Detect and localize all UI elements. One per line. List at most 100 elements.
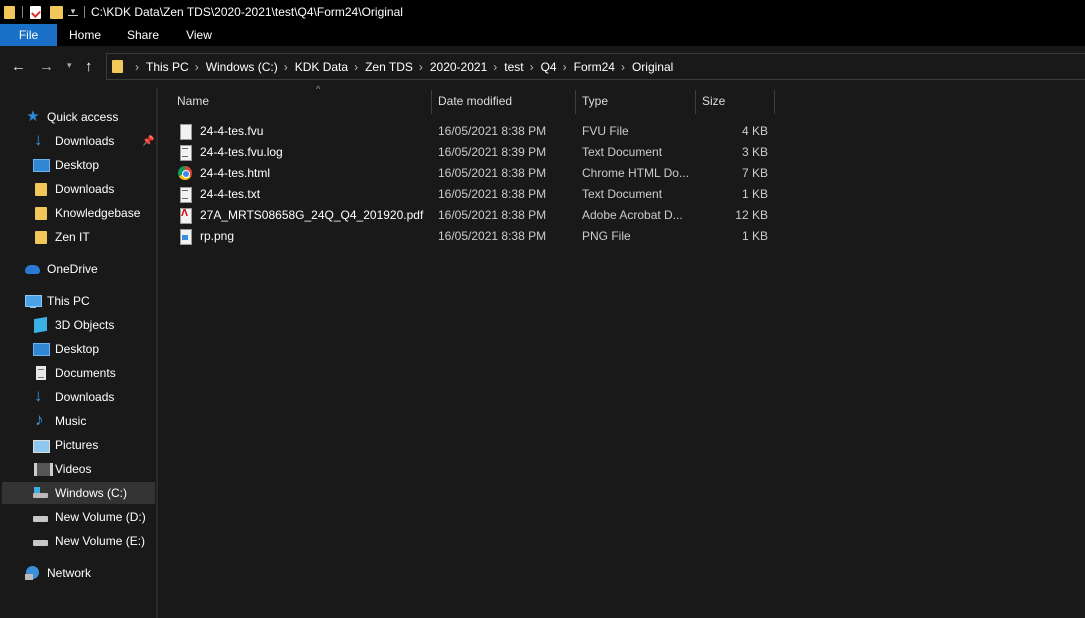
up-arrow-icon[interactable]: ↑ <box>85 58 93 75</box>
tab-view[interactable]: View <box>173 24 225 46</box>
file-name-cell: 24-4-tes.fvu <box>178 120 263 141</box>
ribbon-tabs: File Home Share View <box>0 24 1085 46</box>
breadcrumb-form24[interactable]: Form24 <box>574 60 615 74</box>
sidebar-item-downloads[interactable]: Downloads <box>33 386 114 408</box>
file-row[interactable]: 24-4-tes.fvu 16/05/2021 8:38 PM FVU File… <box>176 120 776 141</box>
recent-locations-chevron-icon[interactable]: ▾ <box>67 60 72 71</box>
file-name-cell: 27A_MRTS08658G_24Q_Q4_201920.pdf <box>178 204 423 225</box>
file-row[interactable]: 24-4-tes.txt 16/05/2021 8:38 PM Text Doc… <box>176 183 776 204</box>
customize-toolbar-icon[interactable]: ▾ <box>68 7 78 16</box>
breadcrumb-original[interactable]: Original <box>632 60 673 74</box>
picture-icon <box>33 437 50 453</box>
forward-arrow-icon[interactable]: → <box>39 58 54 75</box>
file-size: 12 KB <box>735 207 768 222</box>
drive-icon <box>33 533 49 549</box>
sidebar-item-desktop-quick[interactable]: Desktop <box>33 154 99 176</box>
breadcrumb-kdk-data[interactable]: KDK Data <box>295 60 348 74</box>
column-header-date[interactable]: Date modified <box>438 88 575 114</box>
sidebar-item-label: New Volume (D:) <box>55 510 146 524</box>
tab-home[interactable]: Home <box>57 24 113 46</box>
file-name: 27A_MRTS08658G_24Q_Q4_201920.pdf <box>200 207 424 222</box>
sidebar-item-knowledgebase[interactable]: Knowledgebase <box>33 202 140 224</box>
download-icon <box>33 130 49 150</box>
breadcrumb-separator-icon[interactable]: › <box>354 60 358 74</box>
sidebar-item-3d-objects[interactable]: 3D Objects <box>33 314 114 336</box>
sidebar-item-videos[interactable]: Videos <box>33 458 91 480</box>
sidebar-item-network[interactable]: Network <box>25 562 91 584</box>
breadcrumb-separator-icon[interactable]: › <box>284 60 288 74</box>
pin-icon: 📌 <box>142 135 155 147</box>
breadcrumb-q4[interactable]: Q4 <box>541 60 557 74</box>
breadcrumb-separator-icon[interactable]: › <box>493 60 497 74</box>
file-name: 24-4-tes.txt <box>200 186 261 201</box>
column-header-label: Size <box>702 94 726 108</box>
folder-icon <box>112 60 123 73</box>
divider <box>84 6 85 18</box>
sidebar-item-music[interactable]: Music <box>33 410 86 432</box>
sidebar-item-downloads-folder[interactable]: Downloads <box>33 178 114 200</box>
file-type: Text Document <box>582 186 663 201</box>
column-header-name[interactable]: Name ^ <box>177 84 431 114</box>
window-title: C:\KDK Data\Zen TDS\2020-2021\test\Q4\Fo… <box>91 5 403 19</box>
new-folder-icon[interactable] <box>50 5 63 19</box>
column-header-type[interactable]: Type <box>582 88 695 114</box>
desktop-icon <box>33 341 50 357</box>
sidebar-item-this-pc[interactable]: This PC <box>25 290 90 312</box>
sidebar-item-zen-it[interactable]: Zen IT <box>33 226 90 248</box>
file-date: 16/05/2021 8:38 PM <box>438 207 547 222</box>
sidebar-item-label: Zen IT <box>55 230 90 244</box>
divider <box>22 6 23 18</box>
sidebar-item-windows-c[interactable]: Windows (C:) <box>2 482 155 504</box>
network-icon <box>25 565 41 581</box>
file-name-cell: 24-4-tes.fvu.log <box>178 141 283 162</box>
breadcrumb-separator-icon[interactable]: › <box>530 60 534 74</box>
file-size: 3 KB <box>741 144 768 159</box>
sidebar-item-label: Downloads <box>55 182 115 196</box>
column-divider[interactable] <box>575 90 576 114</box>
text-file-icon <box>178 144 192 161</box>
sidebar-item-quick-access[interactable]: ★ Quick access <box>25 106 118 128</box>
sidebar-item-label: Windows (C:) <box>55 486 128 500</box>
column-divider[interactable] <box>431 90 432 114</box>
file-row[interactable]: rp.png 16/05/2021 8:38 PM PNG File 1 KB <box>176 225 776 246</box>
sidebar-item-documents[interactable]: Documents <box>33 362 116 384</box>
properties-icon[interactable] <box>30 5 41 19</box>
column-header-size[interactable]: Size <box>702 88 774 114</box>
file-size: 1 KB <box>741 228 768 243</box>
cube-icon <box>33 317 49 333</box>
breadcrumb-this-pc[interactable]: This PC <box>146 60 189 74</box>
sidebar-item-downloads-pinned[interactable]: Downloads 📌 <box>33 130 157 152</box>
sidebar-item-onedrive[interactable]: OneDrive <box>25 258 98 280</box>
breadcrumb-separator-icon[interactable]: › <box>563 60 567 74</box>
breadcrumb-2020-2021[interactable]: 2020-2021 <box>430 60 487 74</box>
tab-share[interactable]: Share <box>113 24 173 46</box>
breadcrumb-separator-icon[interactable]: › <box>419 60 423 74</box>
breadcrumb-separator-icon[interactable]: › <box>621 60 625 74</box>
sidebar-item-desktop[interactable]: Desktop <box>33 338 99 360</box>
sidebar-item-new-volume-d[interactable]: New Volume (D:) <box>33 506 146 528</box>
column-divider[interactable] <box>695 90 696 114</box>
file-name: rp.png <box>200 228 235 243</box>
breadcrumb-separator-icon[interactable]: › <box>135 60 139 74</box>
file-row[interactable]: 24-4-tes.html 16/05/2021 8:38 PM Chrome … <box>176 162 776 183</box>
column-divider[interactable] <box>774 90 775 114</box>
column-header-label: Date modified <box>438 94 513 108</box>
folder-icon <box>4 5 15 19</box>
sidebar-item-label: OneDrive <box>47 262 98 276</box>
back-arrow-icon[interactable]: ← <box>11 58 26 75</box>
address-bar[interactable]: › This PC › Windows (C:) › KDK Data › Ze… <box>106 53 1085 80</box>
file-type: Adobe Acrobat D... <box>582 207 683 222</box>
file-type: Text Document <box>582 144 663 159</box>
pane-divider[interactable] <box>156 88 158 618</box>
file-row[interactable]: 24-4-tes.fvu.log 16/05/2021 8:39 PM Text… <box>176 141 776 162</box>
file-name: 24-4-tes.html <box>200 165 271 180</box>
breadcrumb-separator-icon[interactable]: › <box>195 60 199 74</box>
breadcrumb-windows-c[interactable]: Windows (C:) <box>206 60 278 74</box>
breadcrumb-test[interactable]: test <box>504 60 523 74</box>
sidebar-item-new-volume-e[interactable]: New Volume (E:) <box>33 530 145 552</box>
folder-icon <box>33 205 49 221</box>
file-row[interactable]: 27A_MRTS08658G_24Q_Q4_201920.pdf 16/05/2… <box>176 204 776 225</box>
sidebar-item-pictures[interactable]: Pictures <box>33 434 98 456</box>
breadcrumb-zen-tds[interactable]: Zen TDS <box>365 60 413 74</box>
tab-file[interactable]: File <box>0 24 57 46</box>
